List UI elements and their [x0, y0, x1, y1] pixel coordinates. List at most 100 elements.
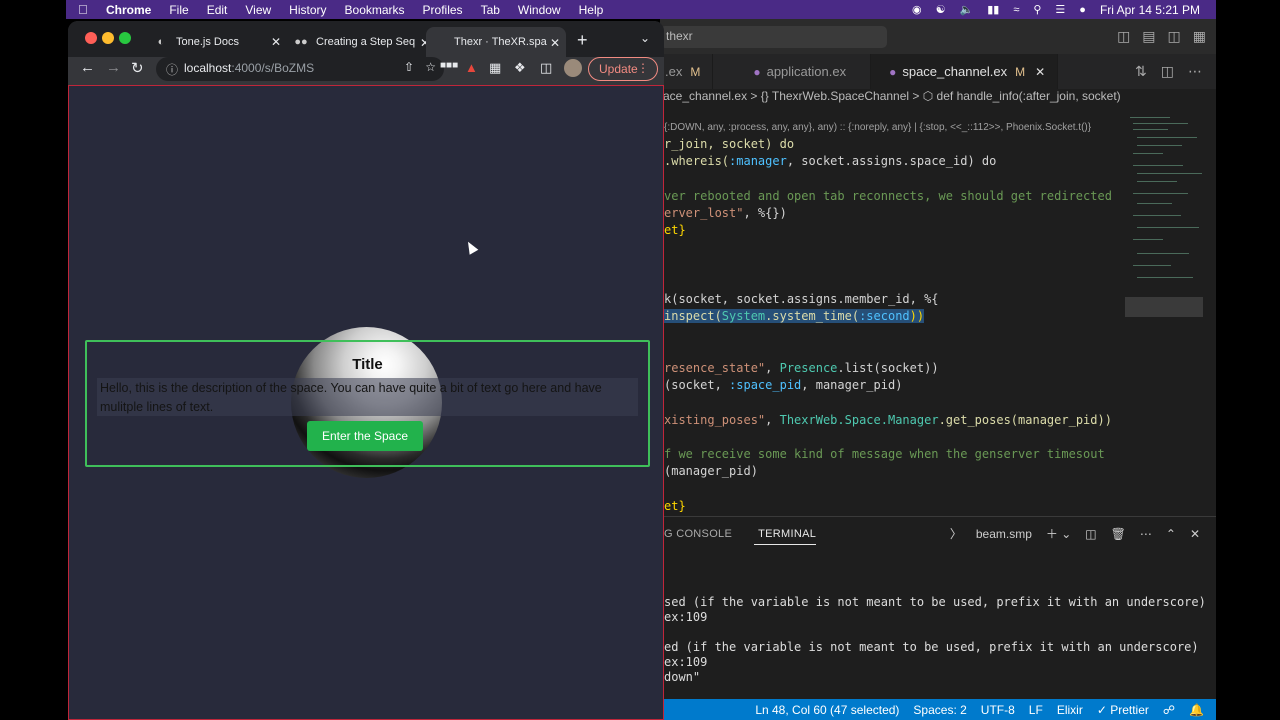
menu-file[interactable]: File — [169, 3, 188, 17]
update-chrome-button[interactable]: Update ⋮ — [588, 57, 658, 81]
toggle-panel-icon[interactable]: ▤ — [1142, 28, 1155, 45]
side-panel-icon[interactable]: ◫ — [540, 60, 552, 76]
minimap-line — [1133, 129, 1168, 130]
layout-controls: ◫ ▤ ◫ ▦ — [1117, 28, 1206, 45]
editor-tab-label: space_channel.ex — [902, 64, 1008, 79]
extension-red-icon[interactable]: ▲ — [465, 60, 478, 75]
status-encoding[interactable]: UTF-8 — [981, 703, 1015, 717]
control-center-icon[interactable]: ☰ — [1055, 3, 1065, 16]
editor-actions: ⇅ ◫ ⋯ — [1135, 63, 1202, 80]
editor-tab-space-channel[interactable]: ● space_channel.ex M ✕ — [871, 54, 1059, 89]
volume-icon[interactable]: 🔈 — [960, 3, 974, 16]
live-share-icon[interactable]: ☍ — [1163, 703, 1175, 717]
wifi-icon[interactable]: ≈ — [1013, 4, 1019, 16]
menu-clock[interactable]: Fri Apr 14 5:21 PM — [1100, 3, 1200, 17]
menu-view[interactable]: View — [245, 3, 271, 17]
panel-actions: 〉 beam.smp ＋ ⌄ ◫ 🗑 ⋯ ⌃ ✕ — [950, 525, 1200, 542]
kebab-menu-icon[interactable]: ⋮ — [637, 61, 649, 75]
profile-avatar[interactable] — [564, 59, 582, 77]
address-bar[interactable]: ⓘ localhost:4000/s/BoZMS ⇧ ☆ — [156, 57, 444, 81]
chrome-tab-strip: ◐ Tone.js Docs ✕ ●● Creating a Step Seq … — [68, 21, 664, 57]
minimize-window-button[interactable] — [102, 32, 114, 44]
battery-icon[interactable]: ▮▮ — [987, 3, 999, 16]
forward-icon[interactable]: → — [106, 59, 121, 76]
code-token: resence_state" — [664, 361, 766, 375]
zoom-window-button[interactable] — [119, 32, 131, 44]
site-info-icon[interactable]: ⓘ — [166, 61, 178, 78]
editor-tab-ex[interactable]: .ex M — [660, 54, 714, 89]
status-language[interactable]: Elixir — [1057, 703, 1083, 717]
close-window-button[interactable] — [85, 32, 97, 44]
menu-profiles[interactable]: Profiles — [423, 3, 463, 17]
menu-app-name[interactable]: Chrome — [106, 3, 151, 17]
status-indentation[interactable]: Spaces: 2 — [913, 703, 966, 717]
bookmark-star-icon[interactable]: ☆ — [425, 60, 436, 74]
code-line: inspect(System.system_time(:second)) — [664, 308, 925, 325]
menu-edit[interactable]: Edit — [207, 3, 228, 17]
chrome-tab-thexr[interactable]: Thexr · TheXR.spac ✕ — [426, 27, 566, 57]
terminal-line: ex:109 — [664, 610, 708, 624]
user-icon[interactable]: ● — [1079, 4, 1086, 16]
split-terminal-icon[interactable]: ◫ — [1085, 527, 1096, 541]
enter-space-button[interactable]: Enter the Space — [307, 421, 423, 451]
kill-terminal-icon[interactable]: 🗑 — [1111, 527, 1126, 541]
compare-changes-icon[interactable]: ⇅ — [1135, 63, 1147, 80]
chrome-tab-tonejs[interactable]: ◐ Tone.js Docs ✕ — [140, 27, 285, 57]
code-token: )) — [909, 309, 925, 323]
command-center-search[interactable]: thexr — [660, 26, 887, 48]
share-icon[interactable]: ⇧ — [404, 60, 414, 74]
screen:  Chrome File Edit View History Bookmark… — [0, 0, 1280, 720]
minimap[interactable] — [1125, 107, 1205, 527]
minimap-line — [1133, 165, 1183, 166]
terminal-shell-name[interactable]: beam.smp — [976, 527, 1032, 541]
notifications-bell-icon[interactable]: 🔔 — [1189, 703, 1204, 717]
editor-tab-application[interactable]: ● application.ex — [713, 54, 872, 89]
extensions-puzzle-icon[interactable]: ❖ — [514, 60, 526, 76]
record-icon[interactable]: ◉ — [912, 3, 922, 16]
close-tab-icon[interactable]: ✕ — [1035, 65, 1045, 79]
tab-search-chevron-icon[interactable]: ⌄ — [640, 31, 650, 45]
code-line: (socket, :space_pid, manager_pid) — [664, 377, 902, 394]
breadcrumb[interactable]: ace_channel.ex > {} ThexrWeb.SpaceChanne… — [660, 89, 1216, 107]
toggle-secondary-sidebar-icon[interactable]: ◫ — [1168, 28, 1181, 45]
tab-terminal[interactable]: TERMINAL — [754, 528, 817, 545]
elixir-file-icon: ● — [889, 64, 897, 79]
new-terminal-icon[interactable]: ＋ ⌄ — [1046, 525, 1071, 542]
status-formatter[interactable]: ✓ Prettier — [1097, 703, 1149, 717]
close-tab-icon[interactable]: ✕ — [546, 36, 560, 50]
status-eol[interactable]: LF — [1029, 703, 1043, 717]
apple-icon[interactable]:  — [78, 2, 92, 17]
chrome-window: ◐ Tone.js Docs ✕ ●● Creating a Step Seq … — [68, 21, 664, 720]
reload-icon[interactable]: ↻ — [131, 59, 144, 77]
status-cursor-position[interactable]: Ln 48, Col 60 (47 selected) — [755, 703, 899, 717]
terminal-shell-icon: 〉 — [949, 527, 962, 541]
code-editor[interactable]: {:DOWN, any, :process, any, any}, any) :… — [660, 115, 1125, 515]
menu-tab[interactable]: Tab — [481, 3, 500, 17]
close-panel-icon[interactable]: ✕ — [1190, 527, 1200, 541]
split-editor-icon[interactable]: ◫ — [1161, 63, 1174, 80]
minimap-slider[interactable] — [1125, 297, 1203, 317]
customize-layout-icon[interactable]: ▦ — [1193, 28, 1206, 45]
code-token: xisting_poses" — [664, 413, 766, 427]
elixir-file-icon: ● — [753, 64, 761, 79]
menu-window[interactable]: Window — [518, 3, 561, 17]
menu-help[interactable]: Help — [579, 3, 604, 17]
code-token: :second — [859, 309, 910, 323]
chrome-tab-step-seq[interactable]: ●● Creating a Step Seq ✕ — [280, 27, 430, 57]
code-selection: inspect(System.system_time(:second)) — [664, 309, 925, 323]
spotlight-search-icon[interactable]: ⚲ — [1033, 3, 1041, 16]
back-icon[interactable]: ← — [80, 59, 95, 76]
maximize-panel-icon[interactable]: ⌃ — [1166, 527, 1176, 541]
extension-ellipsis-icon[interactable]: ■■■ — [440, 60, 458, 71]
menu-bookmarks[interactable]: Bookmarks — [345, 3, 405, 17]
page-viewport[interactable]: Title Hello, this is the description of … — [68, 85, 664, 720]
qr-code-extension-icon[interactable]: ▦ — [489, 60, 501, 76]
menu-history[interactable]: History — [289, 3, 326, 17]
accessibility-icon[interactable]: ☯ — [936, 3, 946, 16]
more-actions-icon[interactable]: ⋯ — [1188, 63, 1202, 80]
toggle-sidebar-icon[interactable]: ◫ — [1117, 28, 1130, 45]
more-actions-icon[interactable]: ⋯ — [1140, 527, 1152, 541]
tab-debug-console[interactable]: G CONSOLE — [660, 528, 732, 540]
code-line: erver_lost", %{}) — [664, 205, 787, 222]
new-tab-icon[interactable]: + — [577, 30, 588, 51]
